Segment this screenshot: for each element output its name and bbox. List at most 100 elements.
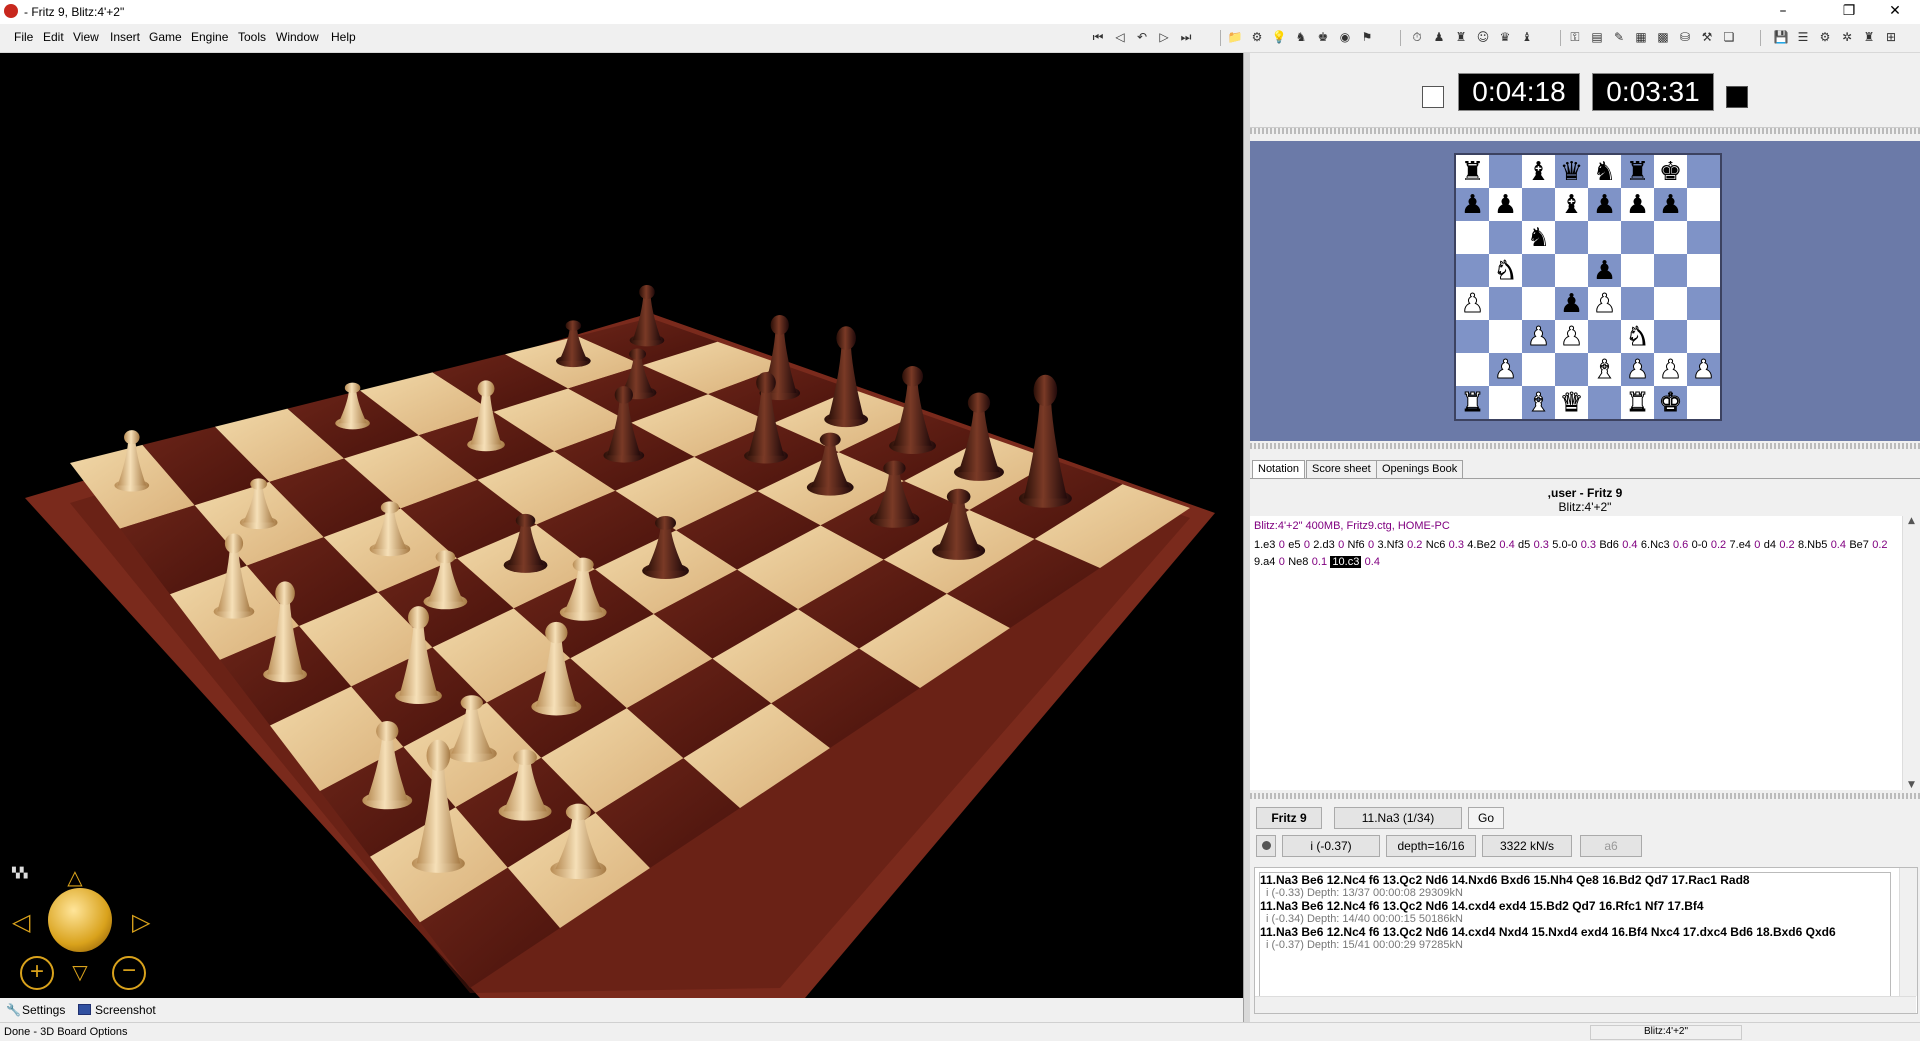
screenshot-icon[interactable]	[78, 1004, 91, 1015]
board-square[interactable]	[1522, 254, 1555, 287]
black-pawn-piece[interactable]: ♟	[1560, 291, 1583, 317]
checkered-flag-icon[interactable]: ▚▚	[12, 868, 40, 880]
board-square[interactable]	[1687, 320, 1720, 353]
white-pawn-piece[interactable]: ♟	[1625, 356, 1649, 383]
board-square[interactable]	[1456, 254, 1489, 287]
engine-icon[interactable]: ⚙	[1248, 28, 1266, 46]
gear-icon[interactable]: ⚙	[1816, 28, 1834, 46]
notation-scrollbar[interactable]: ▲ ▼	[1902, 516, 1920, 790]
screenshot-link[interactable]: Screenshot	[95, 1003, 156, 1017]
pawn-icon[interactable]: ♟	[1430, 28, 1448, 46]
board-square[interactable]	[1456, 320, 1489, 353]
board-square[interactable]	[1621, 254, 1654, 287]
board-square[interactable]: ♞	[1489, 254, 1522, 287]
notation-pane[interactable]: Blitz:4'+2" 400MB, Fritz9.ctg, HOME-PC 1…	[1250, 516, 1920, 790]
board-square[interactable]: ♝	[1588, 353, 1621, 386]
settings-icon[interactable]: 🔧	[6, 1003, 21, 1017]
board-square[interactable]	[1555, 221, 1588, 254]
pane-grip[interactable]	[1250, 793, 1920, 799]
move[interactable]: Bd6	[1599, 539, 1619, 551]
board-square[interactable]	[1489, 287, 1522, 320]
white-knight-piece[interactable]: ♞	[1625, 323, 1649, 350]
board-square[interactable]	[1687, 386, 1720, 419]
save-icon[interactable]: 💾	[1772, 28, 1790, 46]
white-bishop-piece[interactable]: ♝	[1592, 356, 1616, 383]
board-square[interactable]: ♟	[1588, 188, 1621, 221]
board-square[interactable]	[1621, 221, 1654, 254]
board-square[interactable]: ♟	[1621, 353, 1654, 386]
board-icon[interactable]: ▦	[1632, 28, 1650, 46]
move[interactable]: e5	[1288, 539, 1300, 551]
black-pawn-piece[interactable]: ♟	[1461, 192, 1484, 218]
first-move-icon[interactable]: ⏮	[1089, 28, 1107, 46]
key-icon[interactable]: ⚿	[1566, 28, 1584, 46]
board-square[interactable]	[1555, 353, 1588, 386]
camera-ball-icon[interactable]	[48, 888, 112, 952]
move[interactable]: 7.e4	[1730, 539, 1751, 551]
white-pawn-piece[interactable]: ♟	[1691, 356, 1715, 383]
move[interactable]: 0-0	[1692, 539, 1708, 551]
board-square[interactable]	[1456, 221, 1489, 254]
board-square[interactable]	[1687, 188, 1720, 221]
board-square[interactable]: ♜	[1621, 386, 1654, 419]
settings-link[interactable]: Settings	[22, 1003, 65, 1017]
close-button[interactable]: ✕	[1872, 0, 1918, 24]
board-square[interactable]	[1654, 221, 1687, 254]
zoom-in-icon[interactable]: +	[20, 956, 54, 990]
board-square[interactable]	[1456, 353, 1489, 386]
rotate-down-icon[interactable]: ▽	[62, 960, 98, 984]
last-move-icon[interactable]: ⏭	[1177, 28, 1195, 46]
menu-insert[interactable]: Insert	[110, 30, 140, 44]
go-button[interactable]: Go	[1468, 807, 1504, 829]
rotate-left-icon[interactable]: ◁	[12, 908, 32, 938]
scroll-down-icon[interactable]: ▼	[1903, 780, 1920, 790]
grid-icon[interactable]: ▩	[1654, 28, 1672, 46]
board-square[interactable]	[1489, 320, 1522, 353]
menu-edit[interactable]: Edit	[43, 30, 64, 44]
tab-openings-book[interactable]: Openings Book	[1376, 460, 1464, 478]
board-square[interactable]	[1654, 287, 1687, 320]
trophy-icon[interactable]: ♛	[1496, 28, 1514, 46]
move[interactable]: 4.Be2	[1467, 539, 1496, 551]
white-king-piece[interactable]: ♚	[1658, 389, 1682, 416]
rook-icon[interactable]: ♜	[1860, 28, 1878, 46]
black-pawn-piece[interactable]: ♟	[1494, 192, 1517, 218]
board-square[interactable]: ♟	[1588, 287, 1621, 320]
prev-move-icon[interactable]: ◁	[1111, 28, 1129, 46]
black-pawn-piece[interactable]: ♟	[1593, 258, 1616, 284]
engine-line[interactable]: 11.Na3 Be6 12.Nc4 f6 13.Qc2 Nd6 14.cxd4 …	[1260, 925, 1890, 939]
move[interactable]: Nc6	[1426, 539, 1446, 551]
board-square[interactable]: ♞	[1621, 320, 1654, 353]
black-bishop-piece[interactable]: ♝	[1560, 192, 1583, 218]
board-square[interactable]: ♟	[1489, 188, 1522, 221]
move[interactable]: 10.c3	[1330, 556, 1362, 568]
move[interactable]: Nf6	[1348, 539, 1365, 551]
gears-icon[interactable]: ✲	[1838, 28, 1856, 46]
white-knight-piece[interactable]: ♞	[1493, 257, 1517, 284]
board-square[interactable]	[1555, 254, 1588, 287]
board-square[interactable]: ♟	[1456, 188, 1489, 221]
black-rook-3d[interactable]	[629, 284, 665, 347]
board-square[interactable]: ♟	[1588, 254, 1621, 287]
bell-icon[interactable]: ♝	[1518, 28, 1536, 46]
board-square[interactable]	[1687, 254, 1720, 287]
board-square[interactable]	[1654, 254, 1687, 287]
engine-toggle[interactable]	[1256, 835, 1276, 857]
move[interactable]: d4	[1764, 539, 1776, 551]
pane-grip[interactable]	[1250, 443, 1920, 449]
menu-tools[interactable]: Tools	[238, 30, 266, 44]
scroll-up-icon[interactable]: ▲	[1903, 516, 1920, 526]
database-icon[interactable]: ⛁	[1676, 28, 1694, 46]
menu-engine[interactable]: Engine	[191, 30, 228, 44]
window-icon[interactable]: ❏	[1720, 28, 1738, 46]
move[interactable]: 1.e3	[1254, 539, 1275, 551]
rotate-up-icon[interactable]: △	[55, 867, 95, 887]
clock-icon[interactable]: ⏱	[1408, 28, 1426, 46]
move[interactable]: 9.a4	[1254, 556, 1275, 568]
menu-game[interactable]: Game	[149, 30, 182, 44]
board-square[interactable]	[1522, 287, 1555, 320]
pieces-icon[interactable]: ♜	[1452, 28, 1470, 46]
board-square[interactable]	[1522, 188, 1555, 221]
move[interactable]: 3.Nf3	[1377, 539, 1403, 551]
board-square[interactable]: ♛	[1555, 386, 1588, 419]
